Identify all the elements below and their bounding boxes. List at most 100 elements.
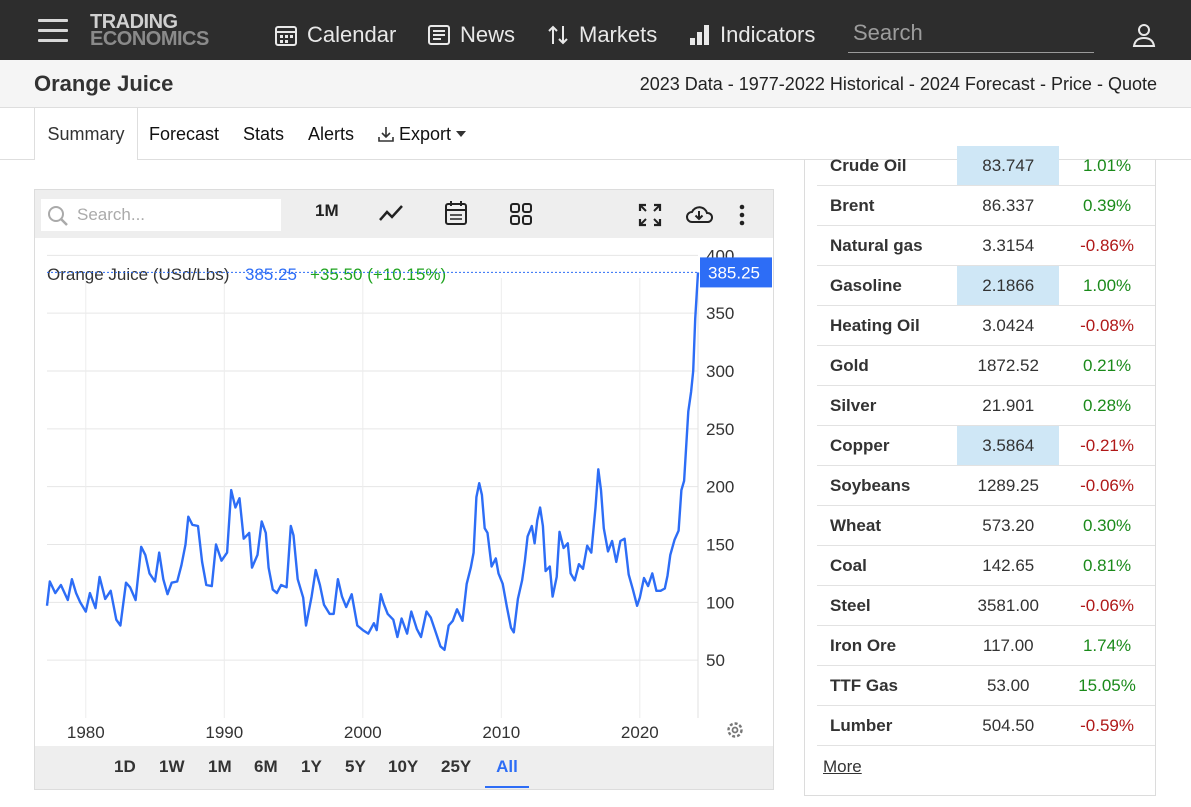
market-change: 1.74% — [1059, 625, 1155, 666]
fullscreen-icon[interactable] — [638, 203, 662, 232]
x-tick-label: 1990 — [205, 723, 243, 742]
market-name[interactable]: Brent — [817, 185, 958, 226]
price-chart[interactable]: Orange Juice (USd/Lbs) 385.25 +35.50 (+1… — [35, 238, 773, 746]
market-value: 504.50 — [957, 705, 1060, 746]
period-10y[interactable]: 10Y — [388, 746, 418, 786]
market-value: 2.1866 — [957, 265, 1060, 306]
market-change: 0.28% — [1059, 385, 1155, 426]
market-name[interactable]: Heating Oil — [817, 305, 958, 346]
chart-search — [41, 199, 281, 231]
top-search-input[interactable] — [848, 18, 1098, 48]
market-name[interactable]: Coal — [817, 545, 958, 586]
period-5y[interactable]: 5Y — [345, 746, 366, 786]
crumb-price[interactable]: Price — [1051, 74, 1092, 94]
market-row[interactable]: Gasoline 2.1866 1.00% — [817, 265, 1155, 306]
grid-icon[interactable] — [509, 202, 533, 231]
brand-logo[interactable]: TRADING ECONOMICS — [90, 12, 209, 50]
period-1m[interactable]: 1M — [208, 746, 232, 786]
market-name[interactable]: Wheat — [817, 505, 958, 546]
nav-indicators[interactable]: Indicators — [689, 20, 815, 50]
more-vertical-icon[interactable] — [739, 204, 745, 231]
nav-markets[interactable]: Markets — [546, 20, 657, 50]
market-row[interactable]: Copper 3.5864 -0.21% — [817, 425, 1155, 466]
crumb-sep: - — [903, 74, 920, 94]
market-name[interactable]: Copper — [817, 425, 958, 466]
period-1y[interactable]: 1Y — [301, 746, 322, 786]
market-change: 0.21% — [1059, 345, 1155, 386]
tab-export[interactable]: Export — [377, 108, 467, 159]
market-row[interactable]: Crude Oil 83.747 1.01% — [817, 146, 1155, 186]
market-row[interactable]: Heating Oil 3.0424 -0.08% — [817, 305, 1155, 346]
markets-table: Crude Oil 83.747 1.01% Brent 86.337 0.39% Natu… — [817, 146, 1155, 746]
market-name[interactable]: Lumber — [817, 705, 958, 746]
market-value: 117.00 — [957, 625, 1060, 666]
range-button[interactable]: 1M — [315, 201, 339, 221]
market-name[interactable]: Soybeans — [817, 465, 958, 506]
tab-summary[interactable]: Summary — [34, 108, 138, 160]
market-value: 1872.52 — [957, 345, 1060, 386]
market-change: 0.39% — [1059, 185, 1155, 226]
chart-last-value: 385.25 — [245, 265, 297, 284]
line-chart-icon[interactable] — [378, 202, 404, 229]
crumb-forecast[interactable]: 2024 Forecast — [920, 74, 1035, 94]
market-name[interactable]: Gasoline — [817, 265, 958, 306]
more-link[interactable]: More — [823, 757, 862, 777]
market-change: -0.06% — [1059, 465, 1155, 506]
market-row[interactable]: TTF Gas 53.00 15.05% — [817, 665, 1155, 706]
market-row[interactable]: Natural gas 3.3154 -0.86% — [817, 225, 1155, 266]
tab-alerts[interactable]: Alerts — [308, 108, 354, 159]
chart-title: Orange Juice (USd/Lbs) — [47, 265, 229, 284]
market-row[interactable]: Soybeans 1289.25 -0.06% — [817, 465, 1155, 506]
market-name[interactable]: Gold — [817, 345, 958, 386]
x-tick-label: 2020 — [621, 723, 659, 742]
period-1d[interactable]: 1D — [114, 746, 136, 786]
market-row[interactable]: Iron Ore 117.00 1.74% — [817, 625, 1155, 666]
market-name[interactable]: TTF Gas — [817, 665, 958, 706]
market-value: 3.0424 — [957, 305, 1060, 346]
market-row[interactable]: Wheat 573.20 0.30% — [817, 505, 1155, 546]
brand-line2: ECONOMICS — [90, 28, 209, 50]
crumb-quote[interactable]: Quote — [1108, 74, 1157, 94]
user-icon[interactable] — [1132, 22, 1156, 53]
y-tick-label: 150 — [706, 536, 734, 555]
market-row[interactable]: Gold 1872.52 0.21% — [817, 345, 1155, 386]
market-name[interactable]: Iron Ore — [817, 625, 958, 666]
period-1w[interactable]: 1W — [159, 746, 185, 786]
chart-search-input[interactable] — [75, 204, 279, 226]
nav-calendar-label: Calendar — [307, 22, 397, 47]
market-name[interactable]: Crude Oil — [817, 146, 958, 186]
x-tick-label: 2000 — [344, 723, 382, 742]
crumb-data[interactable]: 2023 Data — [640, 74, 723, 94]
menu-icon[interactable] — [38, 19, 68, 42]
period-25y[interactable]: 25Y — [441, 746, 471, 786]
chart-toolbar: 1M — [35, 190, 773, 238]
market-name[interactable]: Steel — [817, 585, 958, 626]
tab-stats[interactable]: Stats — [243, 108, 284, 159]
market-change: 15.05% — [1059, 665, 1155, 706]
market-name[interactable]: Natural gas — [817, 225, 958, 266]
nav-calendar[interactable]: Calendar — [274, 20, 396, 50]
price-tag-text: 385.25 — [708, 263, 760, 282]
market-name[interactable]: Silver — [817, 385, 958, 426]
tab-forecast[interactable]: Forecast — [149, 108, 219, 159]
market-row[interactable]: Lumber 504.50 -0.59% — [817, 705, 1155, 746]
crumb-historical[interactable]: 1977-2022 Historical — [739, 74, 904, 94]
market-change: -0.21% — [1059, 425, 1155, 466]
market-row[interactable]: Steel 3581.00 -0.06% — [817, 585, 1155, 626]
y-tick-label: 300 — [706, 362, 734, 381]
nav-news[interactable]: News — [427, 20, 515, 50]
market-value: 1289.25 — [957, 465, 1060, 506]
calendar-icon — [274, 23, 298, 47]
market-value: 3.3154 — [957, 225, 1060, 266]
cloud-download-icon[interactable] — [685, 203, 714, 230]
bar-chart-icon — [689, 24, 711, 46]
period-all[interactable]: All — [485, 746, 529, 788]
period-6m[interactable]: 6M — [254, 746, 278, 786]
period-selector: 1D 1W 1M 6M 1Y 5Y 10Y 25Y All — [35, 746, 773, 789]
market-row[interactable]: Silver 21.901 0.28% — [817, 385, 1155, 426]
gear-icon[interactable] — [727, 722, 743, 738]
calendar-icon[interactable] — [444, 200, 468, 231]
market-row[interactable]: Coal 142.65 0.81% — [817, 545, 1155, 586]
nav-news-label: News — [460, 22, 516, 47]
market-row[interactable]: Brent 86.337 0.39% — [817, 185, 1155, 226]
